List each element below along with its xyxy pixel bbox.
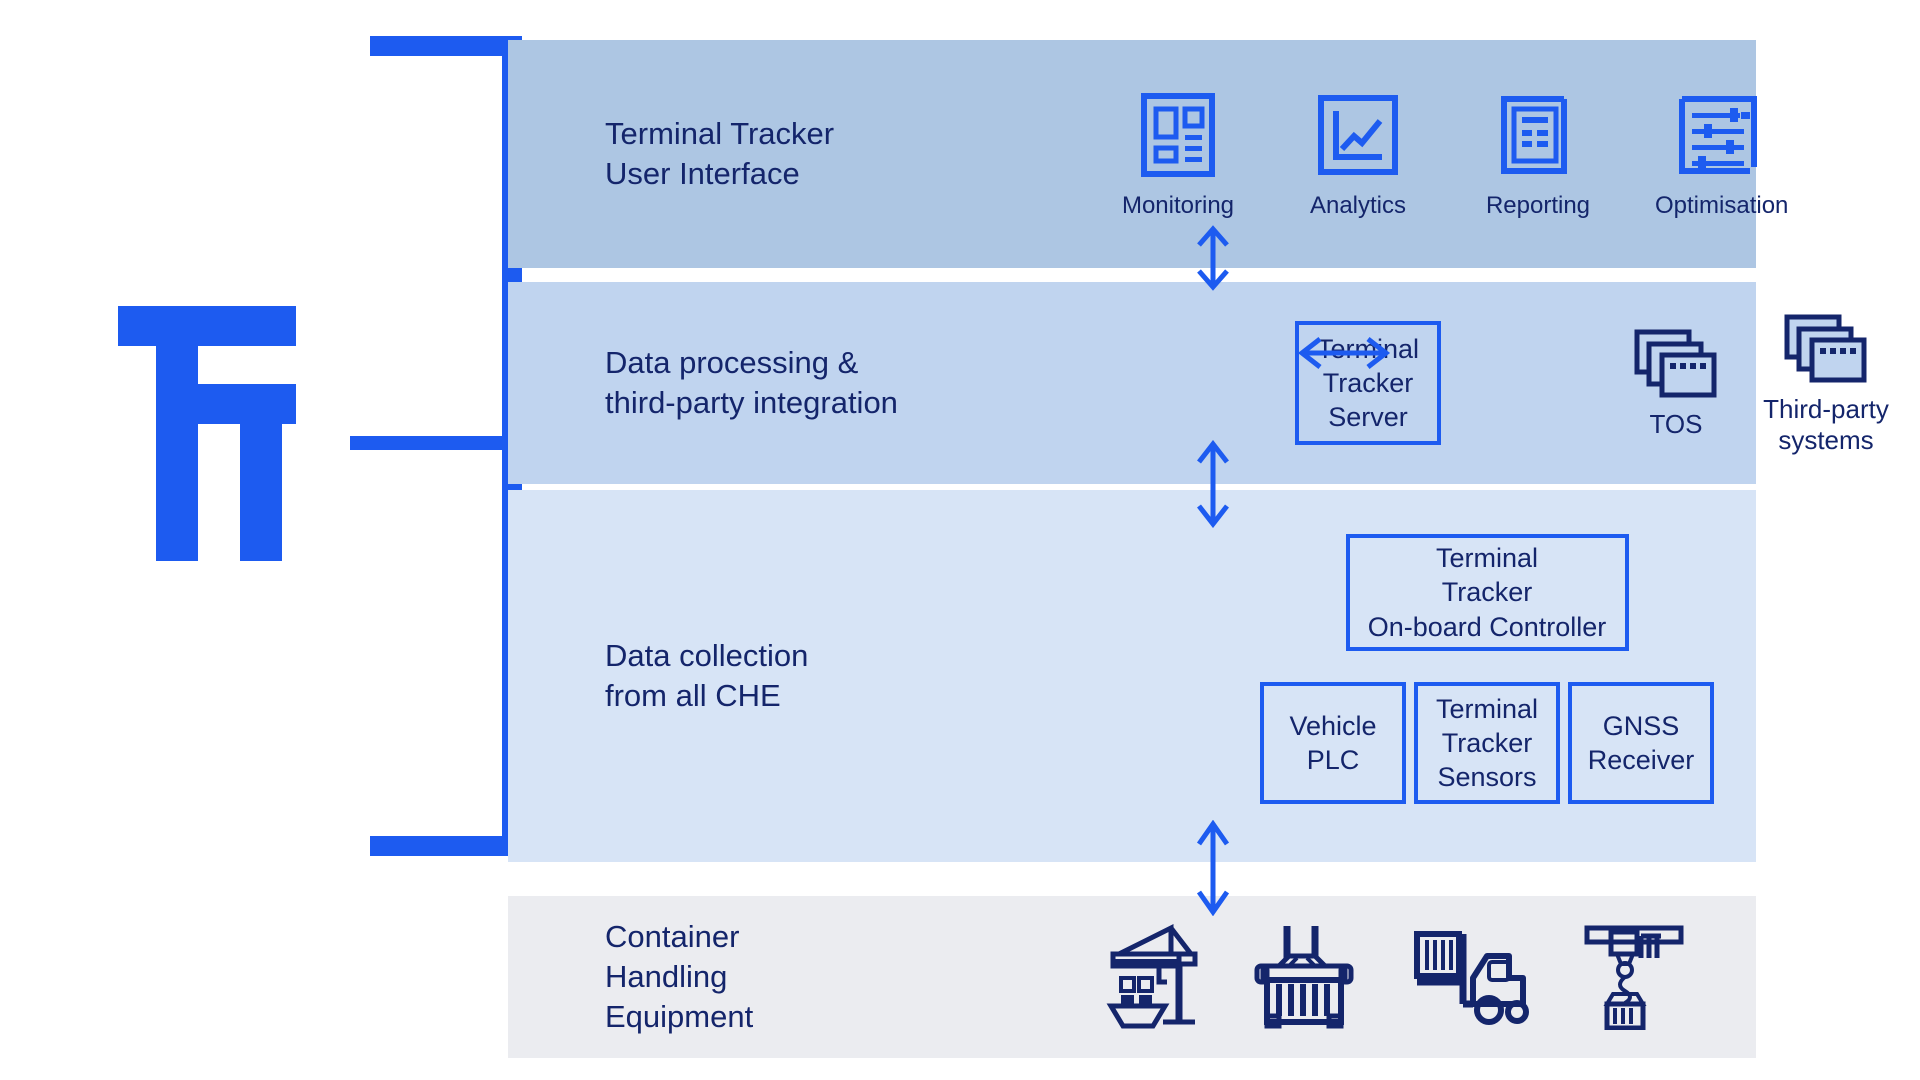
- band-data-collection: Data collection from all CHE Terminal Tr…: [508, 490, 1756, 862]
- band-che-body: [905, 896, 1756, 1058]
- terminal-tracker-logo: [118, 306, 308, 566]
- band-che-label: Container Handling Equipment: [605, 919, 754, 1034]
- ui-feature-reporting-label: Reporting: [1485, 191, 1591, 219]
- che-icon-list: [1095, 896, 1687, 1058]
- logo-t2-bar: [156, 384, 296, 424]
- bracket-top-arm: [370, 36, 522, 56]
- processing-row: Terminal Tracker Server TOS Third-party …: [1295, 282, 1901, 484]
- ship-to-shore-crane-icon: [1095, 920, 1203, 1035]
- band-user-interface: Terminal Tracker User Interface Monitori…: [508, 40, 1788, 268]
- logo-t1-stem: [156, 346, 198, 561]
- band-ui-label: Terminal Tracker User Interface: [605, 116, 835, 191]
- gantry-crane-container-icon: [1583, 920, 1687, 1035]
- stacked-windows-icon: [1601, 325, 1751, 399]
- bracket-logo-connector: [350, 436, 502, 450]
- document-reporting-icon: [1475, 89, 1601, 181]
- arrow-ui-to-processing: [1190, 225, 1236, 296]
- band-collection-body: Terminal Tracker On-board Controller Veh…: [905, 490, 1756, 862]
- band-container-handling-equipment: Container Handling Equipment: [508, 896, 1756, 1058]
- logo-t1-bar: [118, 306, 296, 346]
- logo-t2-stem: [240, 424, 282, 561]
- ui-feature-optimisation-label: Optimisation: [1655, 191, 1789, 219]
- terminal-tracker-sensors-box[interactable]: Terminal Tracker Sensors: [1414, 682, 1560, 804]
- container-spreader-icon: [1253, 920, 1359, 1035]
- ui-feature-optimisation[interactable]: Optimisation: [1655, 89, 1789, 220]
- band-collection-label: Data collection from all CHE: [605, 638, 809, 713]
- line-chart-analytics-icon: [1295, 89, 1421, 181]
- ui-feature-monitoring-label: Monitoring: [1121, 191, 1235, 219]
- device-row: Vehicle PLC Terminal Tracker Sensors GNS…: [1260, 682, 1714, 804]
- system-tos[interactable]: TOS: [1601, 325, 1751, 440]
- arrow-processing-to-controller: [1190, 439, 1236, 533]
- forklift-reach-stacker-icon: [1409, 920, 1533, 1035]
- vehicle-plc-box[interactable]: Vehicle PLC: [1260, 682, 1406, 804]
- bracket-bottom-arm: [370, 836, 522, 856]
- sliders-optimisation-icon: [1655, 89, 1781, 181]
- collection-stack: Terminal Tracker On-board Controller Veh…: [1260, 534, 1714, 804]
- dashboard-monitoring-icon: [1115, 89, 1241, 181]
- ui-feature-analytics[interactable]: Analytics: [1295, 89, 1421, 220]
- arrow-server-to-tos: [1296, 330, 1392, 381]
- arrow-sensors-to-che: [1190, 819, 1236, 921]
- gnss-receiver-box[interactable]: GNSS Receiver: [1568, 682, 1714, 804]
- stacked-windows-icon: [1751, 310, 1901, 384]
- ui-feature-reporting[interactable]: Reporting: [1475, 89, 1601, 220]
- system-tos-label: TOS: [1649, 409, 1703, 440]
- on-board-controller-box[interactable]: Terminal Tracker On-board Controller: [1345, 534, 1629, 651]
- ui-feature-analytics-label: Analytics: [1309, 191, 1407, 219]
- system-third-party-label: Third-party systems: [1763, 393, 1889, 455]
- ui-feature-monitoring[interactable]: Monitoring: [1115, 89, 1241, 220]
- band-ui-body: Monitoring Analytics Reporting Optimisat…: [905, 40, 1788, 268]
- band-data-processing: Data processing & third-party integratio…: [508, 282, 1889, 484]
- band-processing-body: Terminal Tracker Server TOS Third-party …: [905, 282, 1889, 484]
- band-processing-label: Data processing & third-party integratio…: [605, 345, 898, 420]
- system-third-party[interactable]: Third-party systems: [1751, 310, 1901, 456]
